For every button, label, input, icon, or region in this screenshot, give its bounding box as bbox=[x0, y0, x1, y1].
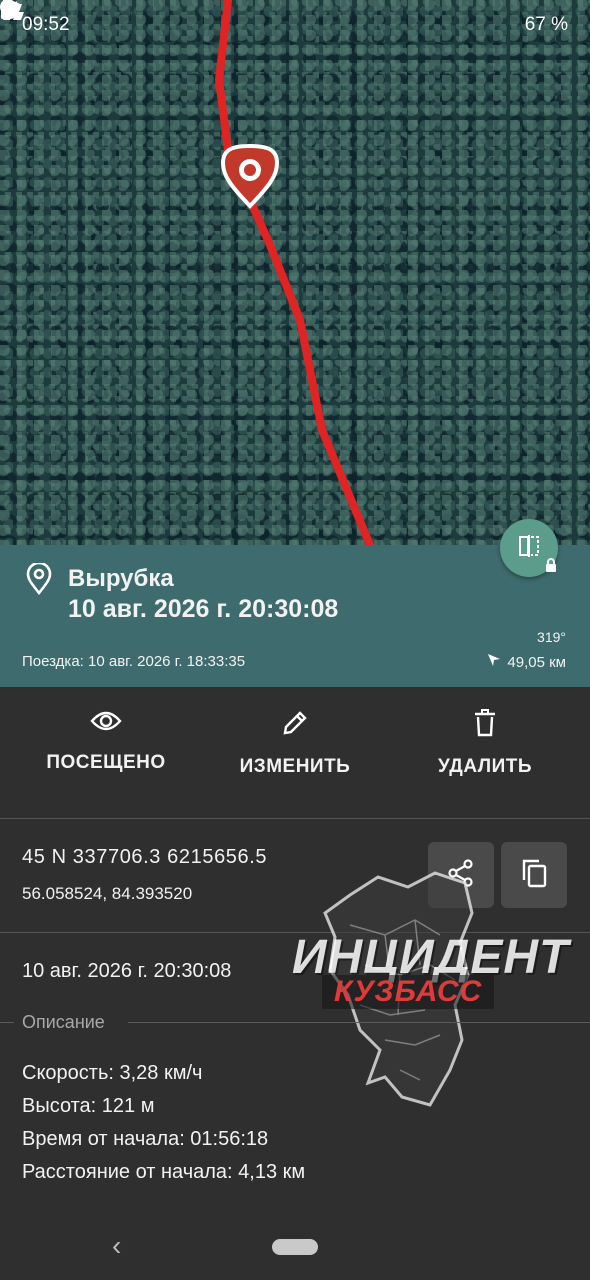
lock-icon bbox=[544, 558, 558, 577]
speed-text: Скорость: 3,28 км/ч bbox=[22, 1062, 203, 1084]
action-bar: ПОСЕЩЕНО ИЗМЕНИТЬ УДАЛИТЬ bbox=[0, 687, 590, 817]
trash-icon bbox=[473, 709, 497, 741]
copy-icon bbox=[520, 858, 548, 893]
trip-label: Поездка: 10 авг. 2026 г. 18:33:35 bbox=[22, 653, 246, 670]
timestamp-value: 10 авг. 2026 г. 20:30:08 bbox=[22, 960, 232, 982]
elapsed-time-text: Время от начала: 01:56:18 bbox=[22, 1128, 269, 1150]
utm-coordinates: 45 N 337706.3 6215656.5 bbox=[22, 846, 268, 868]
visited-label: ПОСЕЩЕНО bbox=[46, 752, 166, 773]
copy-button[interactable] bbox=[501, 842, 567, 908]
description-divider bbox=[128, 1022, 590, 1023]
pencil-icon bbox=[281, 711, 309, 741]
divider bbox=[0, 818, 590, 819]
bearing-value: 319° bbox=[537, 629, 566, 645]
back-icon[interactable]: ‹ bbox=[112, 1230, 121, 1262]
direction-arrow-icon bbox=[487, 653, 501, 671]
distance-readout: 49,05 км bbox=[487, 653, 566, 671]
delete-label: УДАЛИТЬ bbox=[437, 756, 533, 777]
edit-button[interactable]: ИЗМЕНИТЬ bbox=[205, 709, 385, 778]
split-view-icon bbox=[518, 534, 540, 562]
system-nav-bar: ‹ bbox=[0, 1210, 590, 1280]
waypoint-marker-icon[interactable] bbox=[220, 143, 280, 209]
delete-button[interactable]: УДАЛИТЬ bbox=[395, 709, 575, 778]
description-label: Описание bbox=[22, 1012, 105, 1032]
eye-icon bbox=[90, 711, 122, 737]
location-pin-icon bbox=[26, 561, 52, 600]
split-view-button[interactable] bbox=[500, 519, 558, 577]
waypoint-info-panel: Вырубка 10 авг. 2026 г. 20:30:08 Поездка… bbox=[0, 545, 590, 687]
distance-value: 49,05 км bbox=[507, 653, 566, 671]
battery-level: 67 % bbox=[524, 14, 568, 35]
status-bar: 09:52 67 % bbox=[0, 0, 590, 50]
watermark-subtitle: КУЗБАСС bbox=[322, 975, 495, 1009]
track-line bbox=[215, 0, 374, 545]
altitude-text: Высота: 121 м bbox=[22, 1095, 155, 1117]
distance-from-start-text: Расстояние от начала: 4,13 км bbox=[22, 1161, 306, 1183]
waypoint-datetime: 10 авг. 2026 г. 20:30:08 bbox=[68, 595, 339, 623]
edit-label: ИЗМЕНИТЬ bbox=[239, 756, 351, 777]
description-divider bbox=[0, 1022, 14, 1023]
latlon-coordinates: 56.058524, 84.393520 bbox=[22, 884, 193, 903]
status-time: 09:52 bbox=[22, 14, 70, 35]
visited-button[interactable]: ПОСЕЩЕНО bbox=[16, 709, 196, 774]
satellite-map[interactable]: 09:52 67 % bbox=[0, 0, 590, 545]
waypoint-name: Вырубка bbox=[68, 565, 174, 592]
map-overlay bbox=[215, 0, 374, 545]
home-pill[interactable] bbox=[272, 1239, 318, 1255]
